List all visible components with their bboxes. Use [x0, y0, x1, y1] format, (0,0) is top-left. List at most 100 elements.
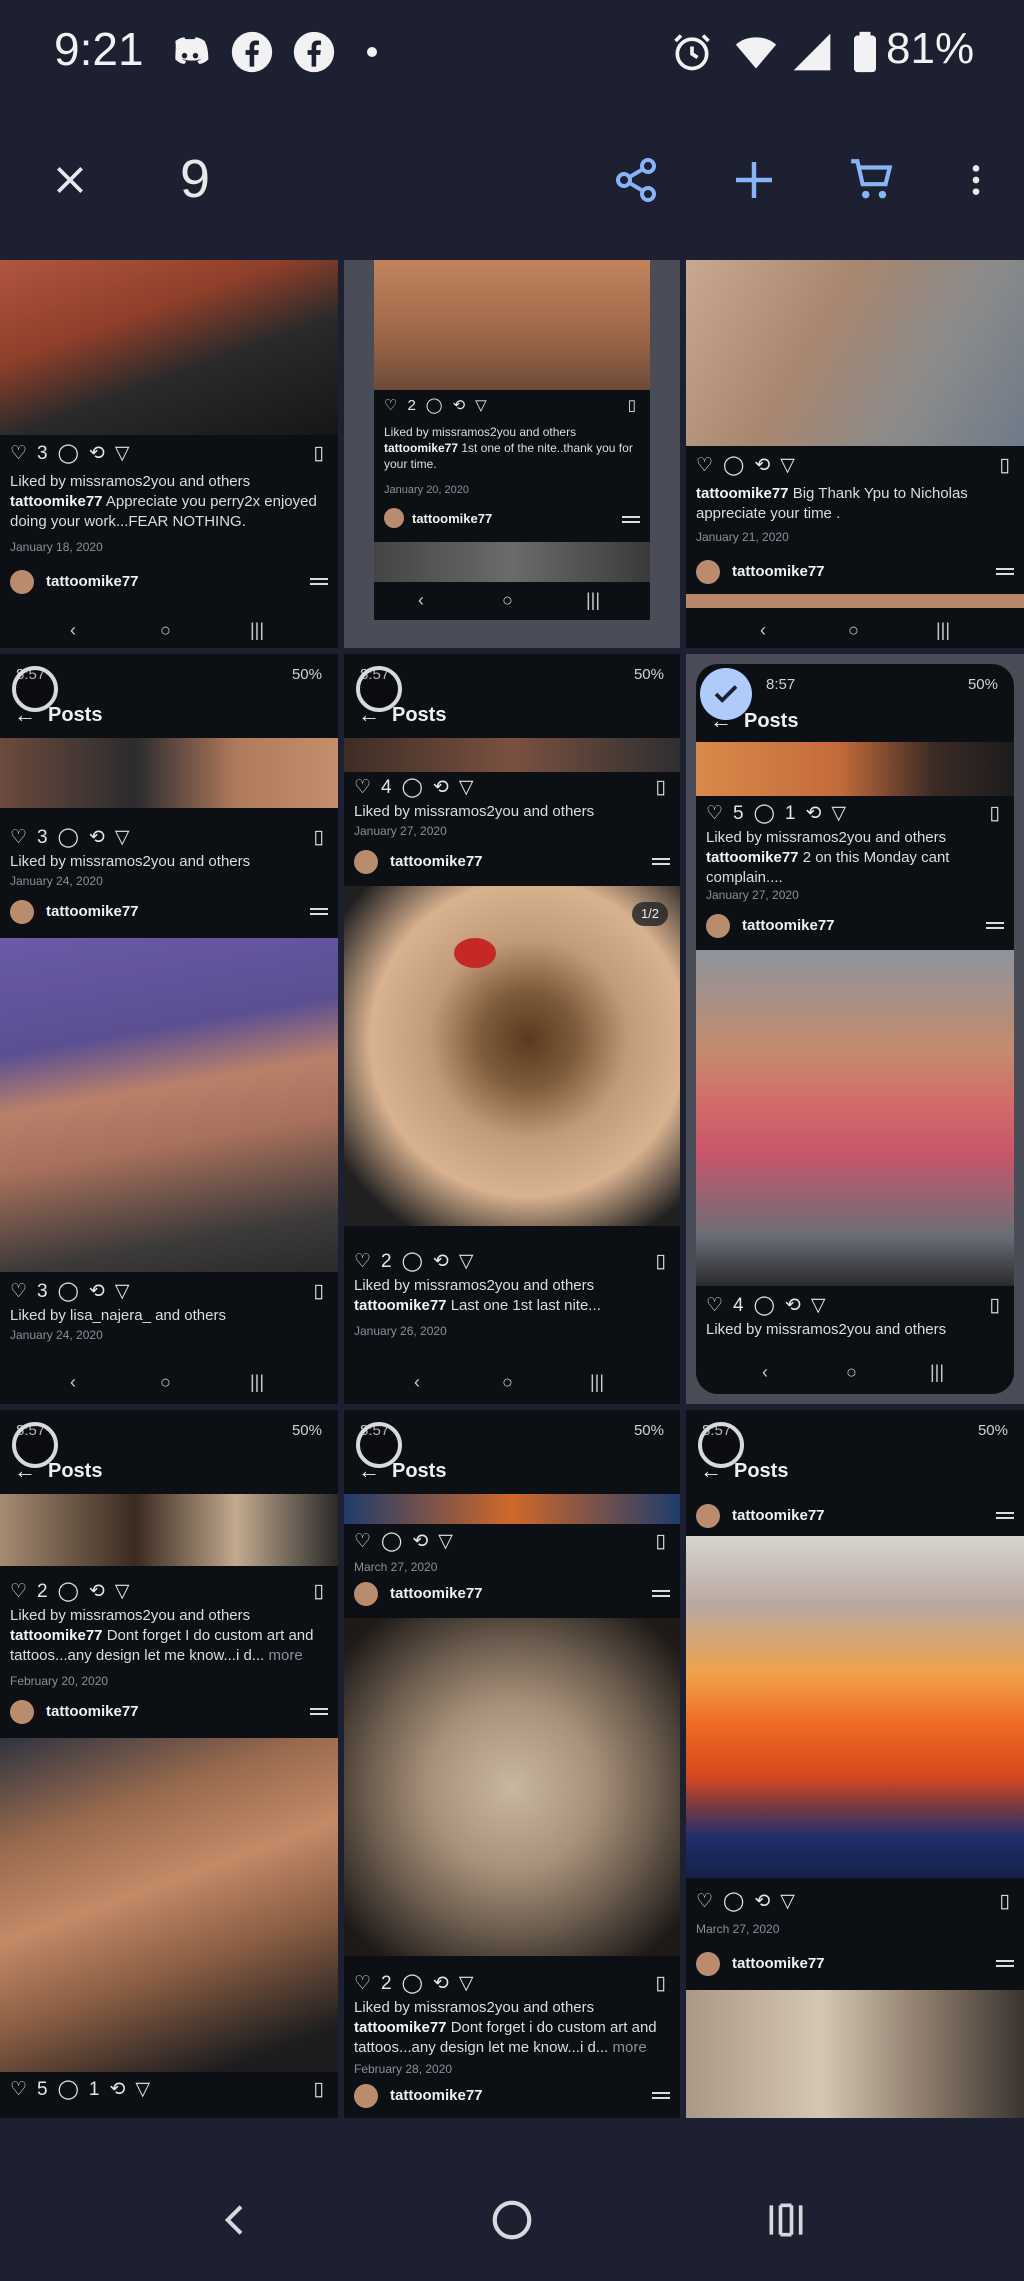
- back-icon: ‹: [762, 1362, 768, 1382]
- comment-icon: ◯: [381, 1531, 403, 1552]
- post-caption: tattoomike77 Dont forget i do custom art…: [354, 2018, 670, 2058]
- caption-user: tattoomike77: [354, 2019, 447, 2036]
- liked-by: Liked by lisa_najera_ and others: [10, 1307, 226, 1324]
- select-checkbox[interactable]: [12, 666, 58, 712]
- username: tattoomike77: [390, 853, 483, 870]
- likes-count: 4: [733, 1295, 744, 1316]
- recents-icon: |||: [590, 1372, 605, 1392]
- repost-icon: ⟲: [805, 803, 822, 824]
- back-button[interactable]: [206, 2190, 266, 2250]
- grid-tile-9[interactable]: 8:57 50% ← Posts tattoomike77 ♡ ◯ ⟲ ▽ ▯ March …: [686, 1410, 1024, 2118]
- repost-icon: ⟲: [88, 1581, 105, 1602]
- post-actions: ♡ 5 ◯ 1 ⟲ ▽ ▯: [706, 802, 1000, 828]
- share-icon: [616, 158, 656, 202]
- add-button[interactable]: [722, 148, 786, 212]
- heart-icon: ♡: [384, 397, 398, 414]
- repost-icon: ⟲: [88, 443, 105, 464]
- repost-icon: ⟲: [754, 455, 771, 476]
- repost-icon: ⟲: [432, 777, 449, 798]
- more-options-button[interactable]: [944, 148, 1008, 212]
- back-icon: ‹: [418, 590, 424, 610]
- post-actions: ♡ 3 ◯ ⟲ ▽ ▯: [10, 826, 324, 852]
- liked-by: Liked by missramos2you and others: [10, 473, 251, 490]
- recents-button[interactable]: [756, 2190, 816, 2250]
- home-icon: ○: [502, 1372, 513, 1392]
- post-date: January 20, 2020: [384, 484, 470, 496]
- post-user-row: tattoomike77: [696, 1950, 1014, 1980]
- post-photo: [686, 1536, 1024, 1878]
- comments-count: 1: [784, 803, 796, 824]
- grid-tile-3[interactable]: ♡ ◯ ⟲ ▽ ▯ tattoomike77 Big Thank Ypu to Nic…: [686, 260, 1024, 648]
- grid-tile-1[interactable]: ♡ 3 ◯ ⟲ ▽ ▯ Liked by missramos2you and other…: [0, 260, 338, 648]
- comment-icon: ◯: [57, 1281, 79, 1302]
- grid-tile-7[interactable]: 8:57 50% ← Posts ♡ 2 ◯ ⟲ ▽ ▯ Liked by missramos…: [0, 1410, 338, 2118]
- mini-battery: 50%: [633, 666, 664, 683]
- heart-icon: ♡: [706, 1295, 724, 1316]
- bookmark-icon: ▯: [999, 455, 1010, 476]
- grid-tile-4[interactable]: 8:57 50% ← Posts ♡ 3 ◯ ⟲ ▽ ▯ Liked by missramos…: [0, 654, 338, 1404]
- post-user-row: tattoomike77: [706, 912, 1004, 942]
- more-link[interactable]: more: [612, 2039, 646, 2056]
- bookmark-icon: ▯: [655, 777, 666, 798]
- send-icon: ▽: [114, 443, 130, 464]
- liked-by: Liked by missramos2you and others: [10, 1607, 251, 1624]
- post-actions: ♡ 2 ◯ ⟲ ▽ ▯: [354, 1250, 666, 1276]
- repost-icon: ⟲: [88, 827, 105, 848]
- share-button[interactable]: [604, 148, 668, 212]
- post-user-row: tattoomike77: [354, 848, 670, 878]
- post-date: January 24, 2020: [10, 874, 103, 888]
- select-checkbox[interactable]: [356, 1422, 402, 1468]
- liked-by: Liked by missramos2you and others: [706, 829, 947, 846]
- recents-icon: |||: [586, 590, 601, 610]
- post-actions: ♡ ◯ ⟲ ▽ ▯: [696, 1890, 1010, 1916]
- post-date: March 27, 2020: [696, 1922, 780, 1936]
- post-date: January 27, 2020: [354, 824, 447, 838]
- post-photo: [686, 594, 1024, 608]
- post-photo: 1/2: [344, 886, 680, 1226]
- menu-icon: [996, 568, 1014, 570]
- repost-icon: ⟲: [412, 1531, 429, 1552]
- send-icon: ▽: [475, 397, 487, 414]
- selected-checkmark[interactable]: [700, 668, 752, 720]
- avatar: [354, 1582, 378, 1606]
- avatar: [706, 914, 730, 938]
- selected-count: 9: [180, 149, 211, 209]
- tile-nav-bar: ‹ ○ |||: [696, 1354, 1014, 1394]
- send-icon: ▽: [780, 1891, 795, 1912]
- comment-icon: ◯: [401, 777, 423, 798]
- posts-title: Posts: [744, 710, 799, 732]
- page-indicator: 1/2: [632, 902, 668, 926]
- post-date: February 28, 2020: [354, 2062, 453, 2076]
- dot-icon: [367, 47, 377, 57]
- post-date: January 24, 2020: [10, 1328, 103, 1342]
- grid-tile-6-selected[interactable]: 8:57 50% ← Posts ♡ 5 ◯ 1 ⟲ ▽ ▯ Liked by missramo…: [686, 654, 1024, 1404]
- repost-icon: ⟲: [109, 2079, 126, 2100]
- comment-icon: ◯: [57, 827, 79, 848]
- comment-icon: ◯: [57, 1581, 79, 1602]
- select-checkbox[interactable]: [356, 666, 402, 712]
- post-caption: tattoomike77 Big Thank Ypu to Nicholas a…: [696, 484, 1014, 524]
- home-button[interactable]: [482, 2190, 542, 2250]
- liked-by: Liked by missramos2you and others: [384, 425, 577, 439]
- send-icon: ▽: [114, 1581, 130, 1602]
- cart-button[interactable]: [840, 148, 904, 212]
- posts-title: Posts: [392, 1460, 447, 1482]
- grid-tile-2[interactable]: ♡ 2 ◯ ⟲ ▽ ▯ Liked by missramos2you and other…: [344, 260, 680, 648]
- post-actions: ♡ ◯ ⟲ ▽ ▯: [696, 454, 1010, 480]
- post-actions: ♡ 2 ◯ ⟲ ▽ ▯: [384, 396, 636, 422]
- facebook-icon: [293, 31, 335, 73]
- grid-tile-8[interactable]: 8:57 50% ← Posts ♡ ◯ ⟲ ▽ ▯ March 27, 2020 tatt…: [344, 1410, 680, 2118]
- select-checkbox[interactable]: [698, 1422, 744, 1468]
- repost-icon: ⟲: [432, 1973, 449, 1994]
- username: tattoomike77: [46, 903, 139, 920]
- more-link[interactable]: more: [268, 1647, 302, 1664]
- close-button[interactable]: [38, 148, 102, 212]
- avatar: [354, 850, 378, 874]
- mini-battery: 50%: [633, 1422, 664, 1439]
- grid-tile-5[interactable]: 8:57 50% ← Posts ♡ 4 ◯ ⟲ ▽ ▯ Liked by missramos…: [344, 654, 680, 1404]
- recents-icon: [769, 2203, 803, 2237]
- comment-icon: ◯: [401, 1251, 423, 1272]
- select-checkbox[interactable]: [12, 1422, 58, 1468]
- post-user-row: tattoomike77: [696, 1502, 1014, 1532]
- home-icon: ○: [848, 620, 859, 640]
